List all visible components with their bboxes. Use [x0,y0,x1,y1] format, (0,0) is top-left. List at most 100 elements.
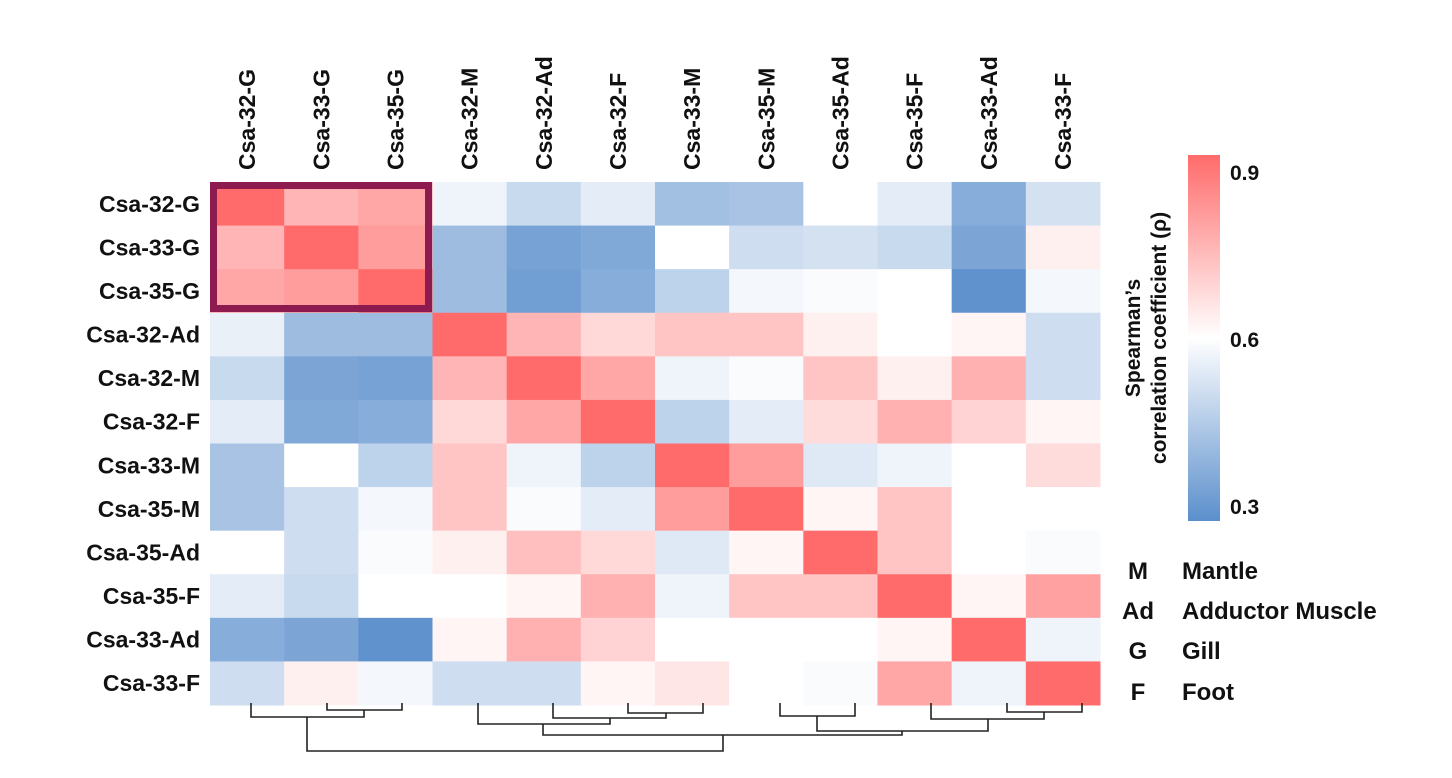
heatmap-cell [580,530,656,575]
heatmap-cell [210,530,285,575]
heatmap-cell [580,443,656,488]
heatmap-cell [729,182,804,227]
heatmap-cell [580,269,656,314]
row-label: Csa-33-M [98,452,200,478]
heatmap-cell [506,530,582,575]
heatmap-cell [951,399,1027,444]
row-label: Csa-35-G [99,278,200,304]
heatmap-cell [1025,617,1101,662]
heatmap-cell [729,661,804,706]
column-label: Csa-33-M [679,68,705,170]
column-label: Csa-35-M [753,68,779,170]
heatmap-cell [729,225,804,270]
heatmap-cell [432,574,508,619]
heatmap-cell [877,269,953,314]
column-label: Csa-33-G [308,69,334,170]
heatmap-cell [580,225,656,270]
heatmap-cell [580,574,656,619]
heatmap-cell [803,399,878,444]
heatmap-cell [210,399,285,444]
heatmap-cell [210,312,285,357]
colorbar-label: Spearman’s [1122,279,1145,397]
dendrogram-branch [306,717,724,752]
heatmap-cell [284,399,359,444]
legend-abbr: M [1128,558,1148,585]
heatmap-cell [432,487,508,532]
colorbar-tick: 0.6 [1230,329,1259,352]
heatmap-cell [580,312,656,357]
column-label: Csa-33-F [1050,73,1076,170]
column-label: Csa-35-F [902,73,928,170]
heatmap-cell [655,574,730,619]
heatmap-cell [284,487,359,532]
heatmap-cell [655,356,730,401]
heatmap-cell [729,574,804,619]
heatmap-cell [1025,574,1101,619]
heatmap-cell [655,487,730,532]
heatmap-cell [358,574,433,619]
heatmap-cell [803,182,878,227]
heatmap-cell [951,312,1027,357]
heatmap-cell [803,487,878,532]
heatmap-cell [210,225,285,270]
heatmap-cell [951,530,1027,575]
heatmap-cell [580,182,656,227]
heatmap-cell [432,225,508,270]
legend-row: F Foot [1112,679,1234,707]
heatmap-cell [951,356,1027,401]
heatmap-cell [506,356,582,401]
heatmap-cell [877,617,953,662]
heatmap-cell [951,443,1027,488]
legend-row: Ad Adductor Muscle [1112,598,1377,626]
heatmap-cell [580,661,656,706]
row-label: Csa-35-F [103,583,200,609]
heatmap-cell [580,487,656,532]
heatmap-cell [951,617,1027,662]
heatmap-cell [729,356,804,401]
row-label: Csa-32-M [98,365,200,391]
colorbar-label: correlation coefficient (ρ) [1148,212,1171,464]
heatmap-cell [210,574,285,619]
heatmap-cell [729,617,804,662]
legend-abbr: Ad [1122,598,1154,625]
heatmap-cell [951,487,1027,532]
heatmap-cell [655,399,730,444]
heatmap-cell [432,617,508,662]
heatmap-cell [655,617,730,662]
dendrogram-branch [542,724,903,736]
column-label: Csa-35-Ad [827,56,853,170]
heatmap-cell [358,661,433,706]
heatmap-cell [655,312,730,357]
heatmap-cell [951,269,1027,314]
column-label: Csa-32-Ad [531,56,557,170]
colorbar-tick: 0.3 [1230,496,1259,519]
heatmap-cell [284,530,359,575]
legend-name: Adductor Muscle [1182,598,1377,625]
heatmap-cell [506,617,582,662]
heatmap-cell [506,661,582,706]
column-label: Csa-35-G [382,69,408,170]
heatmap-cell [432,312,508,357]
heatmap-cell [729,487,804,532]
heatmap-cell [803,574,878,619]
heatmap-cell [1025,443,1101,488]
heatmap-cell [951,574,1027,619]
heatmap-cell [1025,269,1101,314]
heatmap-cell [284,574,359,619]
legend-abbr: G [1128,638,1148,665]
heatmap-cell [284,443,359,488]
legend-name: Mantle [1182,558,1259,585]
row-label: Csa-33-G [99,234,200,260]
legend-name: Gill [1182,638,1221,665]
heatmap-cell [729,312,804,357]
heatmap-cell [877,399,953,444]
heatmap-cell [877,574,953,619]
heatmap-cell [358,443,433,488]
row-label: Csa-32-G [99,191,200,217]
heatmap-cell [506,225,582,270]
heatmap-cell [284,225,359,270]
heatmap-cell [951,661,1027,706]
heatmap-cell [580,399,656,444]
row-label: Csa-33-F [103,670,200,696]
dendrogram-branch [477,703,611,725]
